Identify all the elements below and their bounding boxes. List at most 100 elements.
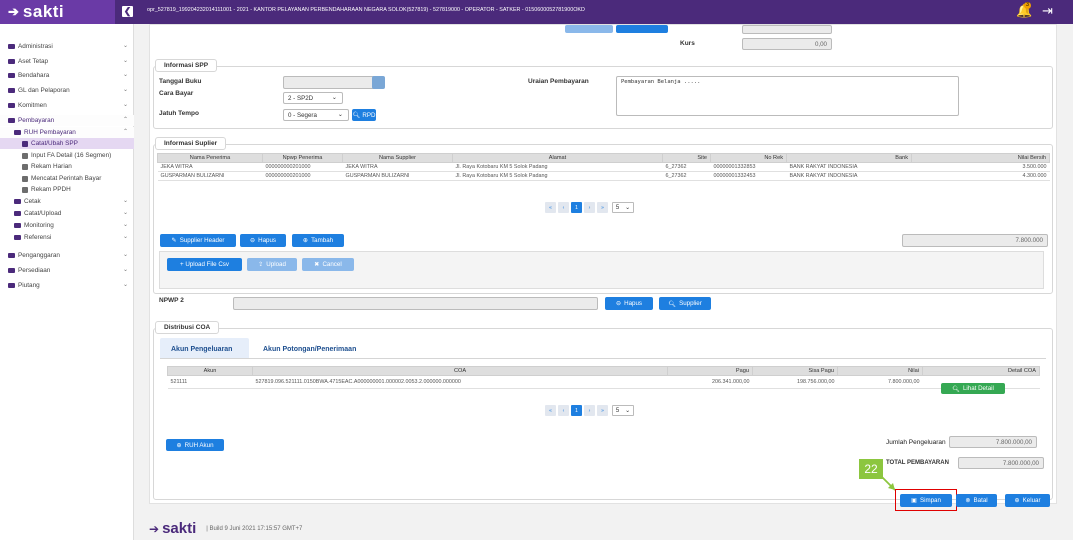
close-icon: ✖: [314, 261, 320, 268]
folder-icon: [14, 223, 21, 228]
total-pembayaran-field: 7.800.000,00: [958, 457, 1044, 469]
document-icon: [22, 163, 28, 170]
lihat-detail-button[interactable]: 🔍︎ Lihat Detail: [941, 383, 1005, 394]
minus-circle-icon: ⊖: [615, 300, 622, 307]
sidebar-item-cetak[interactable]: Cetak ⌄: [0, 196, 134, 207]
chevron-down-icon: ⌄: [331, 94, 337, 101]
search-icon: 🔍︎: [952, 385, 960, 393]
chevron-down-icon: ⌄: [122, 222, 128, 228]
folder-icon: [8, 253, 15, 258]
document-icon: [22, 175, 28, 182]
table-row[interactable]: GUSPARMAN BULIZARNI 000000000201000 GUSPAR…: [157, 171, 1050, 181]
clipped-button-2[interactable]: [616, 25, 668, 33]
jatuh-tempo-select[interactable]: 0 - Segera ⌄: [283, 109, 349, 121]
first-page-icon[interactable]: «: [545, 202, 556, 213]
page-size-select[interactable]: 5 ⌄: [612, 405, 634, 416]
ruh-akun-button[interactable]: ⊕ RUH Akun: [166, 439, 224, 451]
tab-pengeluaran-label: Akun Pengeluaran: [171, 346, 233, 353]
col-no-rek: No Rek: [710, 153, 787, 163]
sidebar-item-komitmen[interactable]: Komitmen ⌄: [0, 100, 134, 111]
sidebar-item-referensi[interactable]: Referensi ⌄: [0, 232, 134, 243]
sidebar-item-persediaan[interactable]: Persediaan ⌄: [0, 265, 134, 276]
sidebar-item-rekam-ppdh[interactable]: Rekam PPDH: [0, 184, 134, 195]
chevron-down-icon: ⌄: [337, 111, 343, 118]
upload-file-csv-button[interactable]: + Upload File Csv: [167, 258, 242, 271]
sidebar-item-catat-upload[interactable]: Catat/Upload ⌄: [0, 208, 134, 219]
sidebar-item-piutang[interactable]: Piutang ⌄: [0, 280, 134, 291]
sidebar-item-rekam-harian[interactable]: Rekam Harian: [0, 161, 134, 172]
keluar-button[interactable]: ⊕ Keluar: [1005, 494, 1050, 507]
prev-page-icon[interactable]: ‹: [558, 202, 569, 213]
col-nilai: Nilai: [837, 366, 923, 376]
plus-circle-icon: ⊕: [176, 441, 182, 449]
sakti-arrow-icon: ➔: [8, 4, 19, 19]
sidebar-item-bendahara[interactable]: Bendahara ⌄: [0, 70, 134, 81]
calendar-icon[interactable]: [372, 76, 385, 89]
rpd-button[interactable]: 🔍︎ RPD: [352, 109, 376, 121]
last-page-icon[interactable]: »: [597, 405, 608, 416]
tab-potongan[interactable]: Akun Potongan/Penerimaan: [263, 346, 356, 353]
npwp-hapus-button[interactable]: ⊖ Hapus: [605, 297, 653, 310]
cancel-circle-icon: ⊗: [965, 497, 971, 504]
sidebar-item-gl-pelaporan[interactable]: GL dan Pelaporan ⌄: [0, 85, 134, 96]
app-logo[interactable]: ➔ sakti: [0, 0, 115, 24]
hapus-button[interactable]: ⊖ Hapus: [240, 234, 286, 247]
npwp-supplier-button[interactable]: 🔍︎ Supplier: [659, 297, 711, 310]
table-row[interactable]: 521111 527819.096.521111.0150BWA.4715EAC…: [167, 375, 1040, 389]
logout-icon[interactable]: ⇥: [1042, 3, 1053, 19]
table-row[interactable]: JEKA WITRA 000000000201000 JEKA WITRA Jl. R…: [157, 162, 1050, 172]
sidebar-collapse-icon[interactable]: ❮: [122, 6, 133, 17]
last-page-icon[interactable]: »: [597, 202, 608, 213]
sakti-arrow-icon: ➔: [149, 521, 160, 536]
chevron-down-icon: ⌄: [122, 252, 128, 258]
clipped-button-1[interactable]: [565, 25, 613, 33]
tambah-button[interactable]: ⊕ Tambah: [292, 234, 344, 247]
cancel-button[interactable]: ✖ Cancel: [302, 258, 354, 271]
sidebar-item-pembayaran[interactable]: Pembayaran ⌃: [0, 115, 134, 126]
kurs-label: Kurs: [680, 40, 695, 47]
page-number[interactable]: 1: [571, 405, 582, 416]
sidebar-item-aset-tetap[interactable]: Aset Tetap ⌄: [0, 56, 134, 67]
upload-button[interactable]: ⇪ Upload: [247, 258, 297, 271]
prev-page-icon[interactable]: ‹: [558, 405, 569, 416]
jumlah-pengeluaran-label: Jumlah Pengeluaran: [886, 439, 946, 446]
tanggal-buku-input[interactable]: [283, 76, 375, 89]
uraian-textarea[interactable]: Pembayaran Belanja .....: [616, 76, 959, 116]
document-icon: [22, 186, 28, 193]
sidebar-item-monitoring[interactable]: Monitoring ⌄: [0, 220, 134, 231]
chevron-down-icon: ⌄: [625, 205, 631, 211]
sidebar: Administrasi ⌄ Aset Tetap ⌄ Bendahara ⌄ GL …: [0, 24, 134, 540]
batal-button[interactable]: ⊗ Batal: [956, 494, 997, 507]
col-detail-coa: Detail COA: [922, 366, 1040, 376]
next-page-icon[interactable]: ›: [584, 202, 595, 213]
jatuh-tempo-label: Jatuh Tempo: [159, 110, 199, 117]
plus-circle-icon: ⊕: [302, 237, 309, 244]
sidebar-item-penganggaran[interactable]: Penganggaran ⌄: [0, 250, 134, 261]
supplier-header-button[interactable]: ✎ Supplier Header: [160, 234, 236, 247]
chevron-down-icon: ⌄: [122, 58, 128, 64]
sidebar-item-perintah-bayar[interactable]: Mencatat Perintah Bayar: [0, 173, 134, 184]
folder-icon: [8, 59, 15, 64]
sidebar-item-catat-ubah-spp[interactable]: Catat/Ubah SPP: [0, 138, 134, 149]
chevron-down-icon: ⌄: [122, 282, 128, 288]
chevron-down-icon: ⌄: [122, 72, 128, 78]
sidebar-item-administrasi[interactable]: Administrasi ⌄: [0, 41, 134, 52]
exit-icon: ⊕: [1014, 497, 1020, 504]
next-page-icon[interactable]: ›: [584, 405, 595, 416]
coa-title: Distribusi COA: [155, 321, 220, 334]
document-icon: [22, 152, 28, 159]
page-size-select[interactable]: 5 ⌄: [612, 202, 634, 213]
sidebar-item-ruh-pembayaran[interactable]: RUH Pembayaran ⌃: [0, 127, 134, 138]
chevron-down-icon: ⌄: [122, 43, 128, 49]
document-icon: [22, 140, 28, 147]
notification-badge: 3: [1024, 2, 1031, 9]
user-info: opr_527819_199204232014111001 - 2021 - K…: [147, 7, 585, 13]
cara-bayar-select[interactable]: 2 - SP2D ⌄: [283, 92, 343, 104]
first-page-icon[interactable]: «: [545, 405, 556, 416]
search-icon: 🔍︎: [668, 300, 677, 308]
page-number[interactable]: 1: [571, 202, 582, 213]
chevron-down-icon: ⌄: [122, 87, 128, 93]
simpan-button[interactable]: ▣ Simpan: [900, 494, 952, 507]
sidebar-item-input-fa-detail[interactable]: Input FA Detail (16 Segmen): [0, 150, 134, 161]
npwp-input[interactable]: [233, 297, 598, 310]
